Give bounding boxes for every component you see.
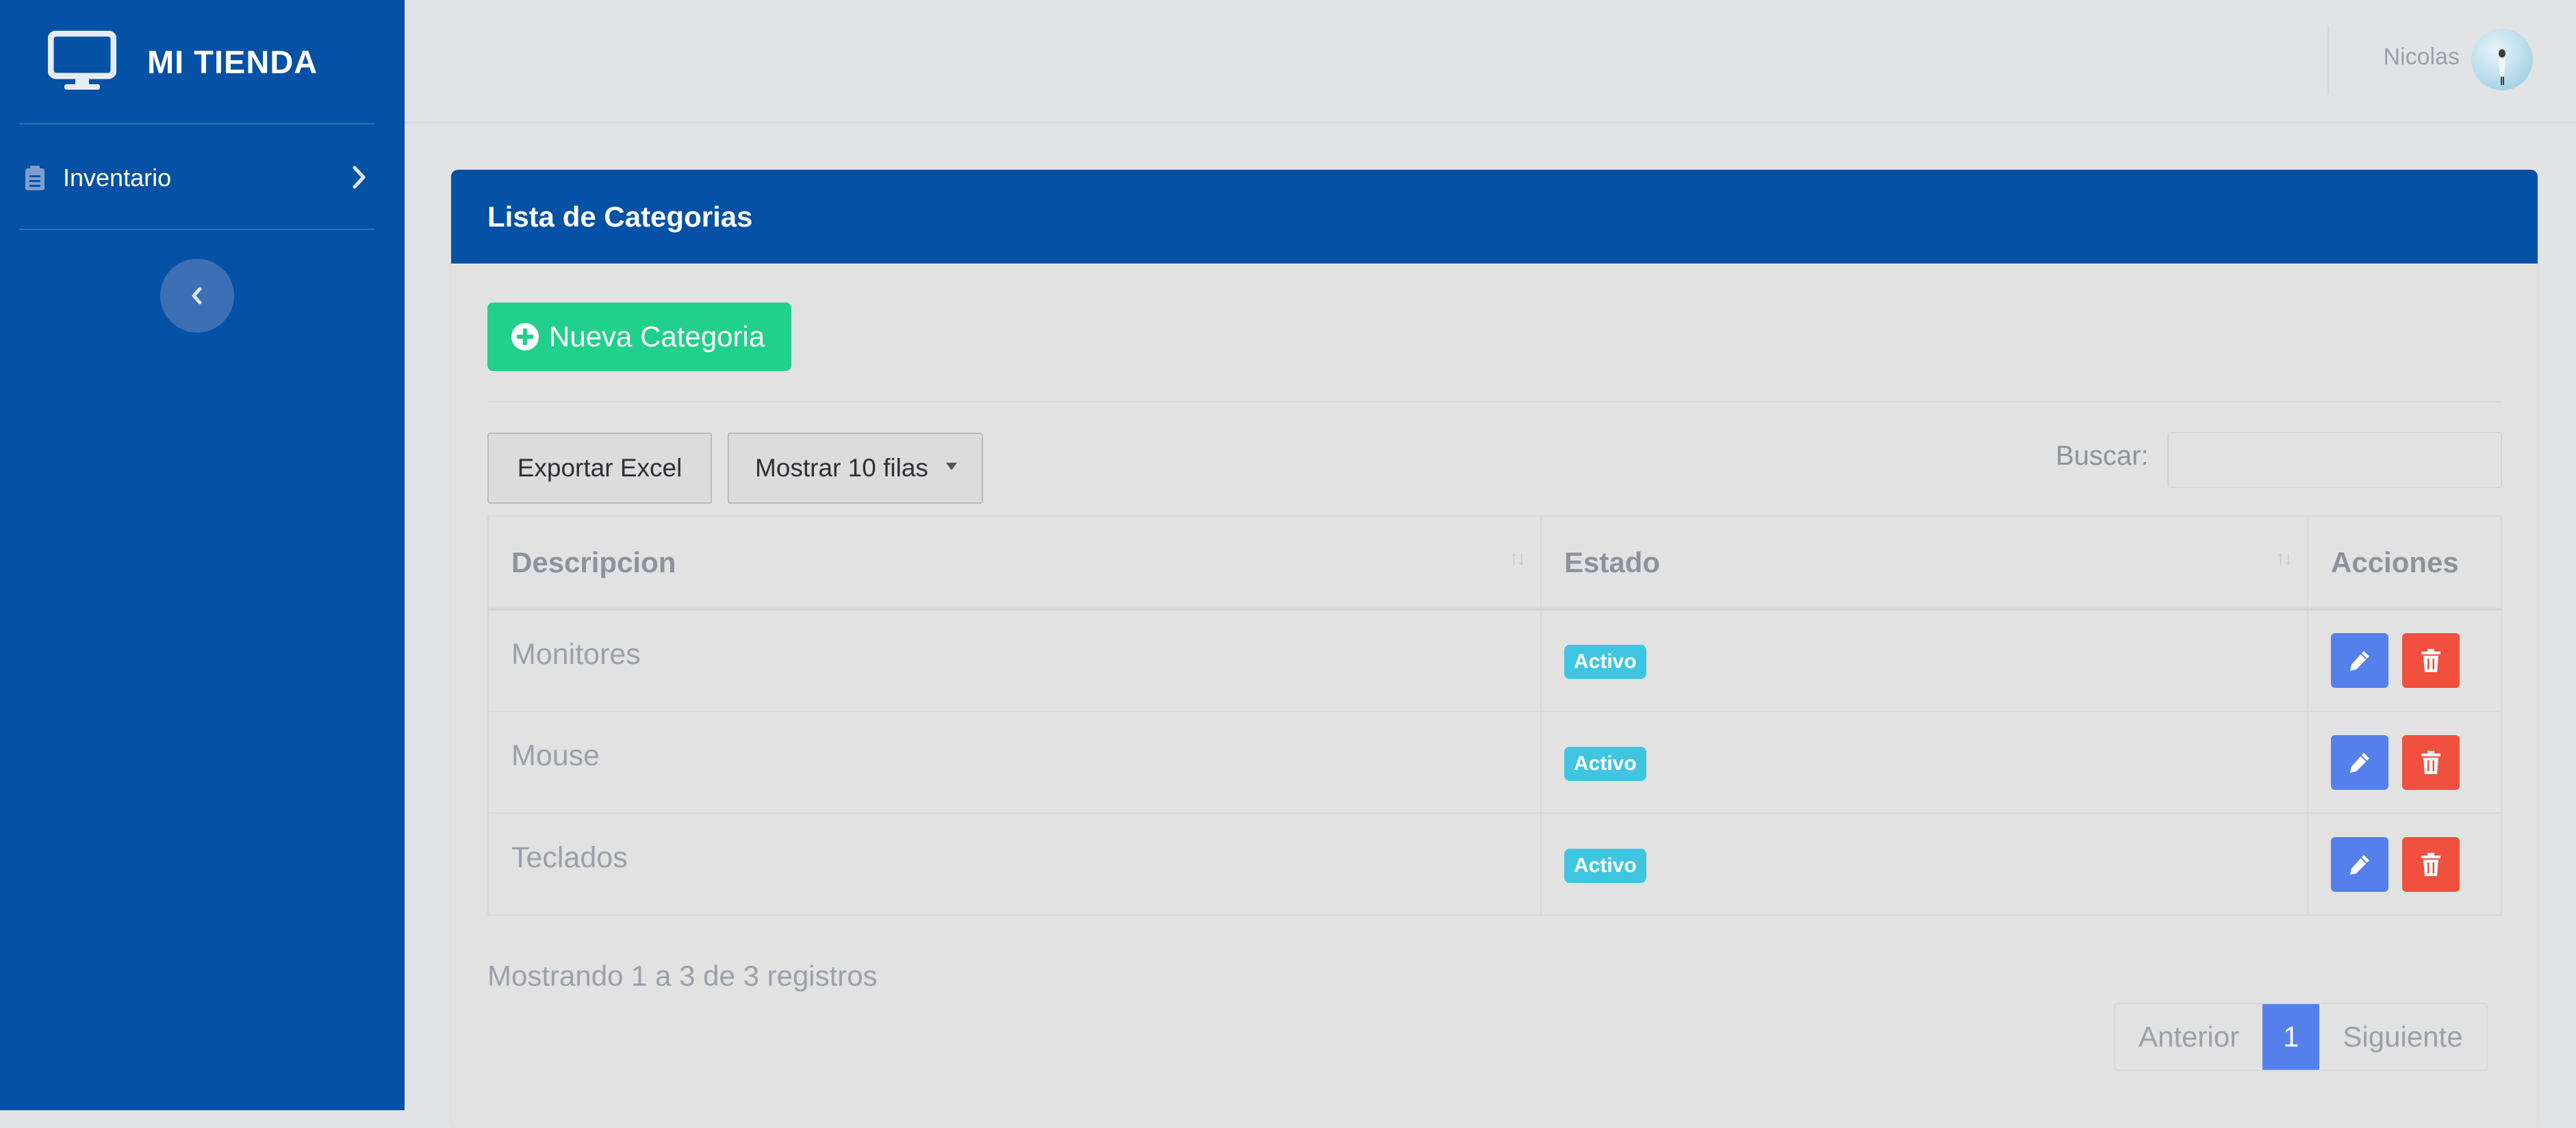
sidebar-item-label: Inventario: [63, 164, 172, 192]
export-excel-label: Exportar Excel: [517, 454, 683, 482]
search-input[interactable]: [2167, 432, 2502, 488]
sort-icon: ↑↓: [1509, 547, 1527, 569]
cell-descripcion: Teclados: [487, 812, 1542, 916]
monitor-icon: [48, 31, 116, 90]
cell-acciones: [2307, 608, 2502, 712]
column-header-label: Descripcion: [511, 546, 676, 578]
trash-icon: [2421, 649, 2440, 672]
cell-descripcion: Mouse: [487, 710, 1542, 814]
rows-per-page-label: Mostrar 10 filas: [755, 454, 928, 482]
delete-button[interactable]: [2402, 836, 2460, 892]
column-header-estado[interactable]: Estado ↑↓: [1540, 515, 2308, 611]
card-header: Lista de Categorias: [451, 170, 2538, 264]
search-label: Buscar:: [2056, 441, 2149, 471]
avatar-image: [2499, 49, 2505, 85]
new-category-label: Nueva Categoria: [549, 320, 765, 352]
rows-per-page-select[interactable]: Mostrar 10 filas: [728, 433, 983, 504]
column-header-label: Estado: [1564, 546, 1661, 578]
sidebar-divider: [19, 123, 375, 125]
sort-icon: ↑↓: [2275, 547, 2293, 569]
pagination-page-1[interactable]: 1: [2262, 1004, 2320, 1070]
page-title: Lista de Categorias: [487, 200, 753, 233]
status-badge: Activo: [1564, 746, 1646, 781]
sidebar-divider: [19, 229, 375, 230]
topbar: Nicolas: [405, 0, 2576, 123]
chevron-left-icon: [192, 287, 202, 305]
divider: [487, 401, 2501, 402]
trash-icon: [2421, 750, 2440, 774]
pagination: Anterior 1 Siguiente: [2114, 1003, 2488, 1071]
cell-acciones: [2307, 812, 2502, 916]
column-header-descripcion[interactable]: Descripcion ↑↓: [487, 515, 1542, 611]
edit-button[interactable]: [2331, 734, 2388, 790]
sidebar-item-inventario[interactable]: Inventario: [0, 147, 405, 209]
pencil-icon: [2350, 854, 2369, 875]
pagination-previous[interactable]: Anterior: [2115, 1004, 2262, 1070]
column-header-acciones: Acciones: [2307, 515, 2502, 611]
export-excel-button[interactable]: Exportar Excel: [487, 433, 712, 504]
table-row: Mouse Activo: [487, 710, 2502, 814]
topbar-divider: [2328, 26, 2329, 94]
edit-button[interactable]: [2331, 836, 2388, 892]
table-row: Monitores Activo: [487, 608, 2502, 712]
cell-estado: Activo: [1540, 710, 2308, 814]
table-header-row: Descripcion ↑↓ Estado ↑↓ Acciones: [487, 515, 2502, 611]
pencil-icon: [2350, 651, 2369, 671]
sidebar-toggle-button[interactable]: [160, 259, 234, 333]
status-badge: Activo: [1564, 848, 1646, 883]
chevron-right-icon: [353, 166, 366, 189]
categories-table: Descripcion ↑↓ Estado ↑↓ Acciones Monito…: [487, 515, 2502, 916]
cell-estado: Activo: [1540, 608, 2308, 712]
caret-down-icon: [946, 463, 957, 470]
pagination-next[interactable]: Siguiente: [2319, 1004, 2486, 1070]
brand[interactable]: MI TIENDA: [0, 0, 405, 123]
sidebar: MI TIENDA Inventario: [0, 0, 405, 1110]
table-row: Teclados Activo: [487, 812, 2502, 916]
brand-title: MI TIENDA: [147, 43, 318, 80]
delete-button[interactable]: [2402, 734, 2460, 790]
trash-icon: [2421, 852, 2440, 876]
table-info: Mostrando 1 a 3 de 3 registros: [487, 960, 878, 992]
cell-descripcion: Monitores: [487, 608, 1542, 712]
clipboard-icon: [25, 166, 44, 190]
edit-button[interactable]: [2331, 633, 2388, 688]
cell-acciones: [2307, 710, 2502, 814]
status-badge: Activo: [1564, 645, 1646, 679]
pencil-icon: [2350, 752, 2369, 773]
delete-button[interactable]: [2402, 633, 2460, 688]
plus-circle-icon: [511, 323, 539, 350]
new-category-button[interactable]: Nueva Categoria: [487, 303, 791, 371]
user-name[interactable]: Nicolas: [2384, 44, 2460, 70]
avatar[interactable]: [2471, 29, 2533, 90]
column-header-label: Acciones: [2331, 546, 2459, 578]
cell-estado: Activo: [1540, 812, 2308, 916]
